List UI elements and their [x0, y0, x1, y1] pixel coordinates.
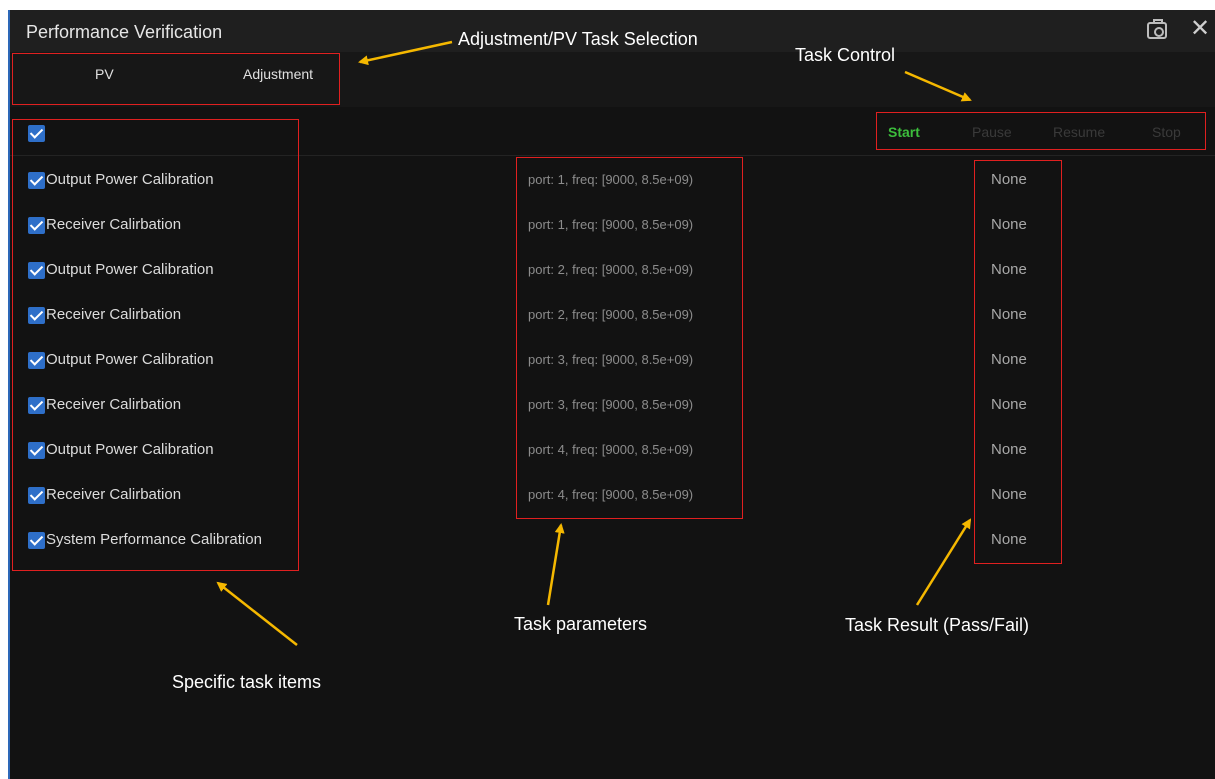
task-control-highlight-box	[876, 112, 1206, 150]
annotation-tab-selection: Adjustment/PV Task Selection	[458, 29, 698, 49]
task-parameters-highlight-box	[516, 157, 743, 519]
annotation-task-items: Specific task items	[172, 672, 322, 692]
annotation-task-control: Task Control	[795, 45, 896, 65]
annotation-task-result: Task Result (Pass/Fail)	[845, 615, 1030, 635]
annotation-task-parameters: Task parameters	[514, 614, 648, 634]
close-icon[interactable]: ✕	[1190, 17, 1210, 41]
window-title: Performance Verification	[26, 22, 223, 42]
tab-selection-highlight-box	[12, 53, 340, 105]
camera-icon[interactable]	[1147, 19, 1167, 39]
task-result-highlight-box	[974, 160, 1062, 564]
task-items-highlight-box	[12, 119, 299, 571]
